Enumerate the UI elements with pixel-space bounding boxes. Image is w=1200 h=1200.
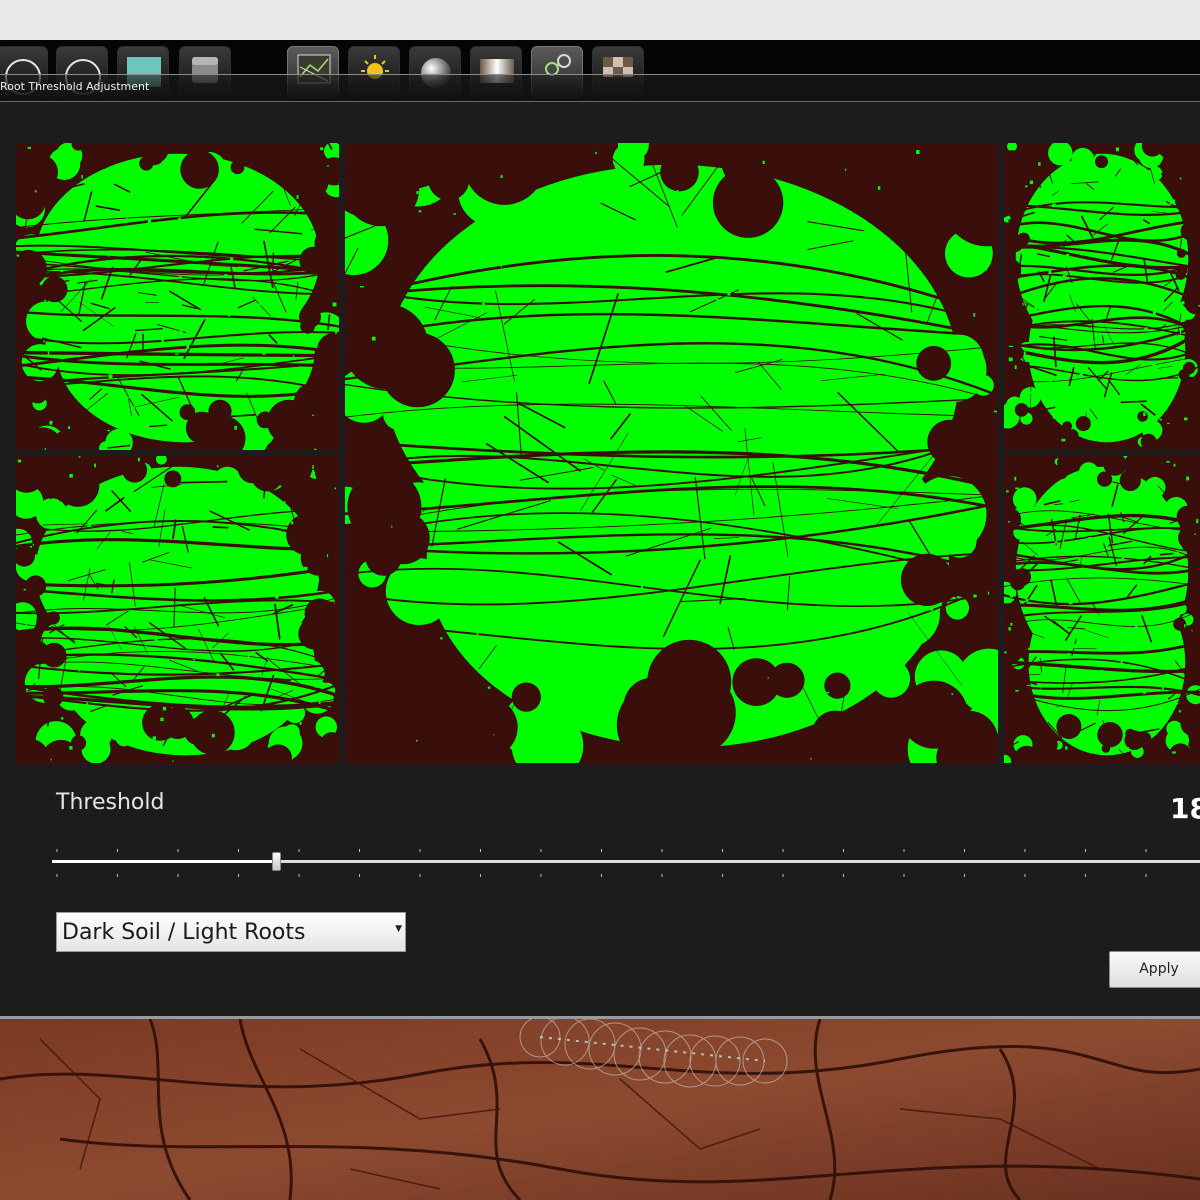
background-root-scan: [0, 1019, 1200, 1200]
apply-button[interactable]: Apply: [1109, 951, 1200, 988]
preview-main[interactable]: [345, 143, 998, 763]
preview-top-right[interactable]: [1004, 143, 1200, 450]
slider-thumb[interactable]: [271, 852, 281, 871]
preview-bottom-right[interactable]: [1004, 456, 1200, 763]
threshold-slider[interactable]: [52, 844, 1200, 880]
soil-mode-select[interactable]: Dark Soil / Light Roots ▼: [56, 912, 406, 952]
window-top-bar: [0, 0, 1200, 40]
slider-ticks: [56, 849, 1147, 877]
dropdown-arrow-icon: ▼: [395, 924, 402, 934]
root-mask-image: [16, 143, 339, 450]
root-mask-image: [1004, 143, 1200, 450]
preview-top-left[interactable]: [16, 143, 339, 450]
root-mask-image: [345, 143, 998, 763]
root-mask-image: [16, 456, 339, 763]
threshold-label: Threshold: [56, 790, 165, 815]
preview-bottom-left[interactable]: [16, 456, 339, 763]
soil-mode-select-value: Dark Soil / Light Roots: [62, 920, 306, 945]
background-root-image: [0, 1019, 1200, 1200]
dialog-title: Root Threshold Adjustment: [0, 80, 150, 93]
threshold-dialog: Threshold 18 Dark Soil / Light Roots ▼ A…: [0, 102, 1200, 1018]
dialog-title-bar: Root Threshold Adjustment: [0, 74, 1200, 102]
threshold-value: 18: [1170, 792, 1200, 825]
root-mask-image: [1004, 456, 1200, 763]
